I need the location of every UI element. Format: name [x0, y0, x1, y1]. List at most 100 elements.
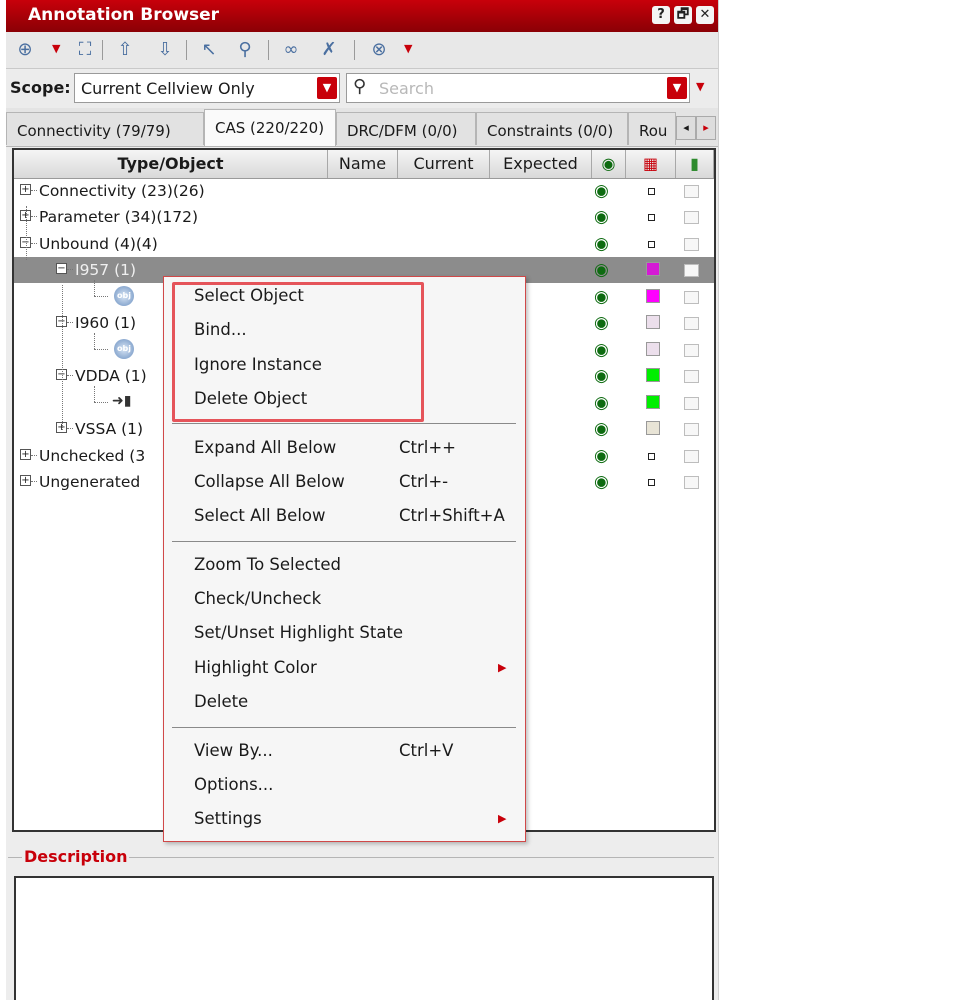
tree-row[interactable]: − Unbound (4)(4) ◉ [14, 231, 714, 257]
expand-icon[interactable]: + [20, 449, 31, 460]
highlight-color-swatch[interactable] [646, 289, 660, 303]
highlight-color-swatch[interactable] [646, 262, 660, 276]
menu-item[interactable]: Options... [194, 771, 514, 803]
menu-item[interactable]: Check/Uncheck [194, 585, 514, 617]
tree-connector [94, 296, 108, 297]
tree-row[interactable]: + Parameter (34)(172) ◉ [14, 204, 714, 230]
ignore-column-icon[interactable]: ▮ [676, 150, 714, 178]
expand-icon[interactable]: + [20, 475, 31, 486]
ignore-checkbox[interactable] [684, 317, 699, 330]
ignore-checkbox[interactable] [684, 370, 699, 383]
collapse-icon[interactable]: − [56, 263, 67, 274]
tab-scroll-left-icon[interactable]: ◂ [676, 116, 696, 140]
stop-dropdown-icon[interactable]: ▼ [404, 42, 412, 55]
highlight-color-swatch[interactable] [646, 421, 660, 435]
search-icon: ⚲ [353, 76, 367, 97]
description-text-area[interactable] [14, 876, 714, 1000]
menu-item[interactable]: Zoom To Selected [194, 551, 514, 583]
column-header-1[interactable]: Name [328, 150, 398, 178]
menu-item[interactable]: Select All Below Ctrl+Shift+A [194, 502, 514, 534]
restore-button[interactable]: 🗗 [674, 6, 692, 24]
visibility-eye-icon[interactable]: ◉ [594, 419, 609, 439]
select-mode-dropdown-icon[interactable]: ▼ [52, 42, 60, 55]
visibility-eye-icon[interactable]: ◉ [594, 340, 609, 360]
search-options-icon[interactable]: ▼ [696, 80, 704, 93]
menu-item[interactable]: Settings ▶ [194, 805, 514, 837]
highlight-color-swatch[interactable] [646, 342, 660, 356]
visibility-eye-icon[interactable]: ◉ [594, 181, 609, 201]
expand-icon[interactable]: + [20, 184, 31, 195]
search-dropdown-icon[interactable]: ▼ [667, 77, 687, 99]
ignore-checkbox[interactable] [684, 185, 699, 198]
menu-item-label: View By... [194, 741, 273, 760]
scope-row: Scope: Current Cellview Only ▼ ⚲ Search … [6, 70, 718, 108]
ignore-checkbox[interactable] [684, 238, 699, 251]
tab-2[interactable]: DRC/DFM (0/0) [336, 112, 476, 145]
visibility-column-icon[interactable]: ◉ [592, 150, 626, 178]
unlink-icon[interactable]: ✗ [316, 37, 342, 63]
highlight-marker[interactable] [648, 479, 655, 486]
pin-icon: ➜▮ [112, 393, 132, 409]
visibility-eye-icon[interactable]: ◉ [594, 313, 609, 333]
down-arrow-icon[interactable]: ⇩ [152, 37, 178, 63]
menu-item-label: Collapse All Below [194, 472, 345, 491]
visibility-eye-icon[interactable]: ◉ [594, 366, 609, 386]
visibility-eye-icon[interactable]: ◉ [594, 234, 609, 254]
magnifier-icon[interactable]: ⚲ [232, 37, 258, 63]
tab-0[interactable]: Connectivity (79/79) [6, 112, 204, 145]
ignore-checkbox[interactable] [684, 264, 699, 277]
visibility-eye-icon[interactable]: ◉ [594, 207, 609, 227]
window-title: Annotation Browser [28, 5, 220, 25]
menu-item[interactable]: View By... Ctrl+V [194, 737, 514, 769]
search-placeholder: Search [379, 79, 434, 98]
highlight-marker[interactable] [648, 188, 655, 195]
tab-1[interactable]: CAS (220/220) [204, 109, 336, 146]
tab-4[interactable]: Rou [628, 112, 676, 145]
highlight-color-swatch[interactable] [646, 368, 660, 382]
link-icon[interactable]: ∞ [278, 37, 304, 63]
tree-row[interactable]: + Connectivity (23)(26) ◉ [14, 178, 714, 204]
visibility-eye-icon[interactable]: ◉ [594, 260, 609, 280]
ignore-checkbox[interactable] [684, 423, 699, 436]
menu-item[interactable]: Collapse All Below Ctrl+- [194, 468, 514, 500]
close-button[interactable]: ✕ [696, 6, 714, 24]
menu-item[interactable]: Expand All Below Ctrl++ [194, 434, 514, 466]
scope-select[interactable]: Current Cellview Only ▼ [74, 73, 340, 103]
pointer-icon[interactable]: ↖ [196, 37, 222, 63]
highlight-marker[interactable] [648, 214, 655, 221]
visibility-eye-icon[interactable]: ◉ [594, 446, 609, 466]
menu-item[interactable]: Set/Unset Highlight State [194, 619, 514, 651]
tab-3[interactable]: Constraints (0/0) [476, 112, 628, 145]
column-header-0[interactable]: Type/Object [14, 150, 328, 178]
stop-icon[interactable]: ⊗ [366, 37, 392, 63]
column-header-2[interactable]: Current [398, 150, 490, 178]
highlight-marker[interactable] [648, 453, 655, 460]
title-bar: Annotation Browser ? 🗗 ✕ [6, 0, 718, 32]
ignore-checkbox[interactable] [684, 450, 699, 463]
menu-item[interactable]: Highlight Color ▶ [194, 654, 514, 686]
highlight-color-swatch[interactable] [646, 395, 660, 409]
visibility-eye-icon[interactable]: ◉ [594, 393, 609, 413]
search-input[interactable]: ⚲ Search ▼ [346, 73, 690, 103]
zoom-fit-icon[interactable]: ⛶ [72, 37, 98, 63]
menu-item-label: Zoom To Selected [194, 555, 341, 574]
select-mode-icon[interactable]: ⊕ [12, 37, 38, 63]
ignore-checkbox[interactable] [684, 476, 699, 489]
tree-row-label: VSSA (1) [75, 420, 144, 438]
highlight-color-swatch[interactable] [646, 315, 660, 329]
column-header-3[interactable]: Expected [490, 150, 592, 178]
tab-scroll-right-icon[interactable]: ▸ [696, 116, 716, 140]
up-arrow-icon[interactable]: ⇧ [112, 37, 138, 63]
menu-item[interactable]: Delete [194, 688, 514, 720]
ignore-checkbox[interactable] [684, 344, 699, 357]
ignore-checkbox[interactable] [684, 211, 699, 224]
ignore-checkbox[interactable] [684, 397, 699, 410]
help-button[interactable]: ? [652, 6, 670, 24]
highlight-marker[interactable] [648, 241, 655, 248]
visibility-eye-icon[interactable]: ◉ [594, 472, 609, 492]
tab-bar: Connectivity (79/79) CAS (220/220) DRC/DFM… [6, 108, 718, 147]
ignore-checkbox[interactable] [684, 291, 699, 304]
scope-dropdown-icon[interactable]: ▼ [317, 77, 337, 99]
highlight-column-icon[interactable]: ▦ [626, 150, 676, 178]
visibility-eye-icon[interactable]: ◉ [594, 287, 609, 307]
